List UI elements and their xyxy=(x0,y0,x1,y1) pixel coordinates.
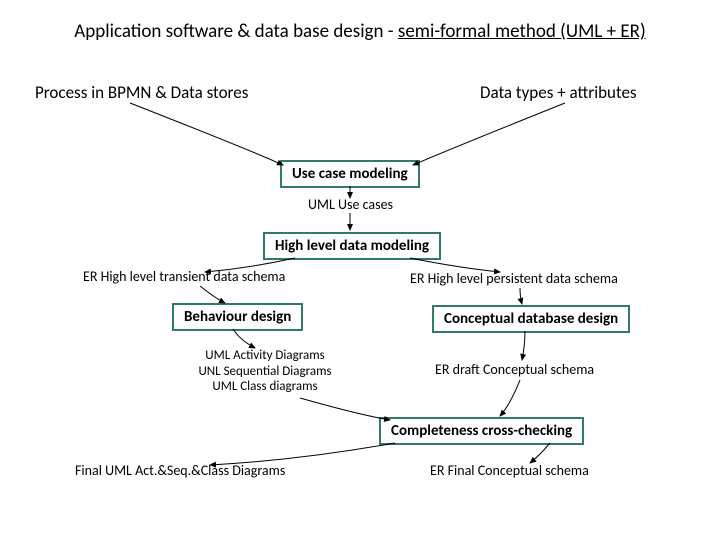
uml-diag-line1: UML Activity Diagrams xyxy=(205,348,324,363)
label-er-draft: ER draft Conceptual schema xyxy=(435,361,594,378)
box-usecase: Use case modeling xyxy=(280,160,420,188)
box-behaviour: Behaviour design xyxy=(172,303,303,331)
label-final-uml: Final UML Act.&Seq.&Class Diagrams xyxy=(75,462,285,479)
uml-diag-line3: UML Class diagrams xyxy=(212,379,317,394)
input-left-label: Process in BPMN & Data stores xyxy=(35,82,248,103)
title-underline: semi-formal method (UML + ER) xyxy=(398,20,646,43)
page-title: Application software & data base design … xyxy=(0,20,720,43)
uml-diag-line2: UNL Sequential Diagrams xyxy=(198,364,331,379)
label-er-persistent: ER High level persistent data schema xyxy=(410,270,618,287)
title-plain: Application software & data base design … xyxy=(74,20,398,43)
label-uml-usecases: UML Use cases xyxy=(308,196,393,213)
input-right-label: Data types + attributes xyxy=(480,82,637,103)
label-er-final: ER Final Conceptual schema xyxy=(430,462,589,479)
box-completeness: Completeness cross-checking xyxy=(379,417,584,445)
label-er-transient: ER High level transient data schema xyxy=(83,268,285,285)
label-uml-diagrams: UML Activity Diagrams UNL Sequential Dia… xyxy=(185,348,345,395)
box-conceptual: Conceptual database design xyxy=(432,305,630,333)
box-highlevel: High level data modeling xyxy=(263,232,441,260)
